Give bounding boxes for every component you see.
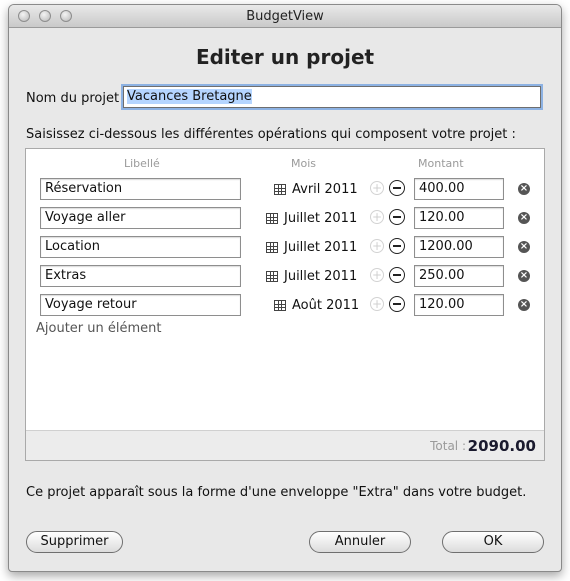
table-row: Réservation Avril 2011 + 400.00 × bbox=[26, 176, 544, 200]
plus-circle-icon[interactable]: + bbox=[370, 181, 384, 195]
calendar-icon bbox=[266, 270, 278, 282]
header-montant: Montant bbox=[418, 157, 464, 170]
amount-input[interactable]: 120.00 bbox=[414, 294, 504, 316]
header-libelle: Libellé bbox=[124, 157, 160, 170]
window-title: BudgetView bbox=[246, 9, 324, 24]
x-circle-icon[interactable]: × bbox=[518, 183, 530, 195]
amount-input[interactable]: 400.00 bbox=[414, 178, 504, 200]
month-selector[interactable]: Juillet 2011 bbox=[266, 268, 357, 284]
cancel-button[interactable]: Annuler bbox=[309, 531, 411, 553]
operations-panel: Libellé Mois Montant Réservation Avril 2… bbox=[25, 148, 545, 461]
calendar-icon bbox=[266, 212, 278, 224]
amount-input[interactable]: 120.00 bbox=[414, 207, 504, 229]
calendar-icon bbox=[274, 299, 286, 311]
header-mois: Mois bbox=[291, 157, 317, 170]
minus-circle-icon[interactable] bbox=[389, 209, 405, 225]
project-name-input[interactable]: Vacances Bretagne bbox=[123, 86, 541, 108]
month-selector[interactable]: Avril 2011 bbox=[274, 181, 358, 197]
delete-button[interactable]: Supprimer bbox=[26, 531, 123, 553]
month-value: Juillet 2011 bbox=[284, 268, 358, 284]
add-item-link[interactable]: Ajouter un élément bbox=[36, 321, 162, 336]
plus-circle-icon[interactable]: + bbox=[370, 268, 384, 282]
table-row: Location Juillet 2011 + 1200.00 × bbox=[26, 234, 544, 258]
x-circle-icon[interactable]: × bbox=[518, 212, 530, 224]
amount-input[interactable]: 1200.00 bbox=[414, 236, 504, 258]
x-circle-icon[interactable]: × bbox=[518, 299, 530, 311]
table-row: Voyage retour Août 2011 + 120.00 × bbox=[26, 292, 544, 316]
table-row: Voyage aller Juillet 2011 + 120.00 × bbox=[26, 205, 544, 229]
month-selector[interactable]: Août 2011 bbox=[274, 297, 359, 313]
month-value: Août 2011 bbox=[292, 297, 360, 313]
minus-circle-icon[interactable] bbox=[389, 267, 405, 283]
x-circle-icon[interactable]: × bbox=[518, 241, 530, 253]
ok-button[interactable]: OK bbox=[442, 531, 544, 553]
libelle-input[interactable]: Réservation bbox=[40, 178, 241, 200]
project-name-label: Nom du projet bbox=[26, 91, 120, 106]
minus-circle-icon[interactable] bbox=[389, 180, 405, 196]
instructions-text: Saisissez ci-dessous les différentes opé… bbox=[26, 127, 516, 142]
project-name-value: Vacances Bretagne bbox=[127, 89, 252, 104]
calendar-icon bbox=[274, 183, 286, 195]
table-row: Extras Juillet 2011 + 250.00 × bbox=[26, 263, 544, 287]
month-value: Juillet 2011 bbox=[284, 210, 358, 226]
month-value: Avril 2011 bbox=[292, 181, 358, 197]
month-selector[interactable]: Juillet 2011 bbox=[266, 210, 357, 226]
dialog-window: BudgetView Editer un projet Nom du proje… bbox=[8, 4, 562, 572]
month-value: Juillet 2011 bbox=[284, 239, 358, 255]
libelle-input[interactable]: Voyage aller bbox=[40, 207, 241, 229]
plus-circle-icon[interactable]: + bbox=[370, 297, 384, 311]
calendar-icon bbox=[266, 241, 278, 253]
info-text: Ce projet apparaît sous la forme d'une e… bbox=[26, 485, 527, 500]
libelle-input[interactable]: Location bbox=[40, 236, 241, 258]
libelle-input[interactable]: Voyage retour bbox=[40, 294, 241, 316]
title-bar[interactable]: BudgetView bbox=[9, 5, 561, 28]
minus-circle-icon[interactable] bbox=[389, 238, 405, 254]
amount-input[interactable]: 250.00 bbox=[414, 265, 504, 287]
total-label: Total : bbox=[430, 439, 466, 453]
dialog-title: Editer un projet bbox=[195, 45, 375, 69]
total-bar: Total : 2090.00 bbox=[26, 430, 544, 460]
x-circle-icon[interactable]: × bbox=[518, 270, 530, 282]
minus-circle-icon[interactable] bbox=[389, 296, 405, 312]
libelle-input[interactable]: Extras bbox=[40, 265, 241, 287]
plus-circle-icon[interactable]: + bbox=[370, 239, 384, 253]
month-selector[interactable]: Juillet 2011 bbox=[266, 239, 357, 255]
total-value: 2090.00 bbox=[467, 437, 536, 455]
plus-circle-icon[interactable]: + bbox=[370, 210, 384, 224]
